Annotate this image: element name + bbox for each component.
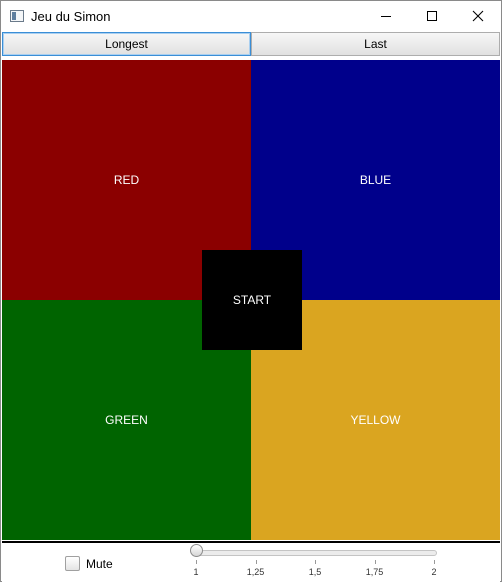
last-button[interactable]: Last: [251, 32, 500, 56]
footer-bar: Mute 1 1,25 1,5 1,75 2: [2, 541, 500, 583]
blue-pad-label: BLUE: [359, 173, 392, 187]
red-pad-label: RED: [113, 173, 140, 187]
start-label: START: [232, 293, 272, 307]
slider-tick-label: 2: [431, 567, 437, 577]
close-button[interactable]: [455, 1, 501, 31]
slider-tick: [315, 560, 316, 564]
slider-tick-label: 1: [193, 567, 199, 577]
window-title: Jeu du Simon: [31, 9, 111, 24]
slider-tick: [434, 560, 435, 564]
toolbar: Longest Last: [2, 32, 500, 58]
slider-thumb[interactable]: [190, 544, 203, 557]
speed-slider[interactable]: 1 1,25 1,5 1,75 2: [2, 543, 500, 583]
start-button[interactable]: START: [202, 250, 302, 350]
app-window: Jeu du Simon Longest Last RED BLUE GREEN…: [0, 0, 502, 583]
slider-tick-label: 1,5: [308, 567, 322, 577]
close-icon: [472, 10, 484, 22]
maximize-icon: [427, 11, 437, 21]
title-bar: Jeu du Simon: [1, 1, 501, 31]
longest-button[interactable]: Longest: [2, 32, 251, 56]
minimize-icon: [381, 16, 391, 17]
slider-tick: [255, 560, 257, 564]
simon-board: RED BLUE GREEN YELLOW START: [2, 60, 500, 540]
slider-track[interactable]: [195, 550, 437, 556]
green-pad-label: GREEN: [105, 413, 148, 427]
yellow-pad-label: YELLOW: [350, 413, 401, 427]
maximize-button[interactable]: [409, 1, 455, 31]
slider-tick-label: 1,75: [365, 567, 384, 577]
slider-tick-label: 1,25: [246, 567, 265, 577]
slider-tick: [374, 560, 376, 564]
slider-tick: [196, 560, 197, 564]
app-icon: [10, 10, 24, 22]
minimize-button[interactable]: [363, 1, 409, 31]
